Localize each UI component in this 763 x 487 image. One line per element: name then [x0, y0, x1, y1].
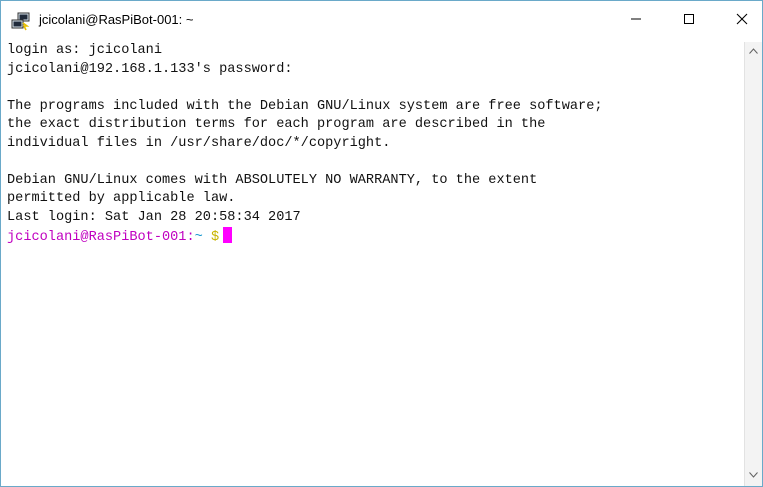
putty-icon[interactable] — [11, 11, 31, 31]
terminal-line: Debian GNU/Linux comes with ABSOLUTELY N… — [7, 172, 538, 188]
minimize-button[interactable] — [613, 1, 659, 41]
scroll-down-arrow-icon[interactable] — [745, 468, 762, 482]
window-title: jcicolani@RasPiBot-001: ~ — [39, 12, 194, 27]
putty-window: jcicolani@RasPiBot-001: ~ login as: jcic… — [0, 0, 763, 487]
prompt-separator: : — [186, 230, 195, 245]
terminal-line: the exact distribution terms for each pr… — [7, 117, 546, 132]
scroll-up-arrow-icon[interactable] — [745, 44, 762, 58]
terminal-line: individual files in /usr/share/doc/*/cop… — [7, 135, 391, 151]
terminal-line: The programs included with the Debian GN… — [7, 98, 603, 114]
prompt-symbol: $ — [210, 230, 220, 245]
prompt-user-host: jcicolani@RasPiBot-001 — [7, 230, 187, 245]
terminal-cursor[interactable] — [223, 227, 233, 243]
minimize-icon — [630, 12, 642, 30]
terminal-line: Last login: Sat Jan 28 20:58:34 2017 — [7, 209, 301, 225]
terminal-line: permitted by applicable law. — [7, 191, 236, 206]
terminal-area[interactable]: login as: jcicolani jcicolani@192.168.1.… — [5, 42, 743, 486]
vertical-scrollbar[interactable] — [744, 42, 762, 486]
terminal-line: jcicolani@192.168.1.133's password: — [7, 61, 293, 77]
terminal-line: login as: jcicolani — [7, 43, 162, 58]
title-bar[interactable]: jcicolani@RasPiBot-001: ~ — [1, 1, 762, 41]
maximize-icon — [683, 12, 695, 30]
shell-prompt-line[interactable]: jcicolani@RasPiBot-001:~ $ — [7, 227, 743, 246]
close-button[interactable] — [719, 1, 762, 41]
close-icon — [736, 12, 748, 30]
maximize-button[interactable] — [666, 1, 712, 41]
prompt-path: ~ — [194, 230, 203, 245]
